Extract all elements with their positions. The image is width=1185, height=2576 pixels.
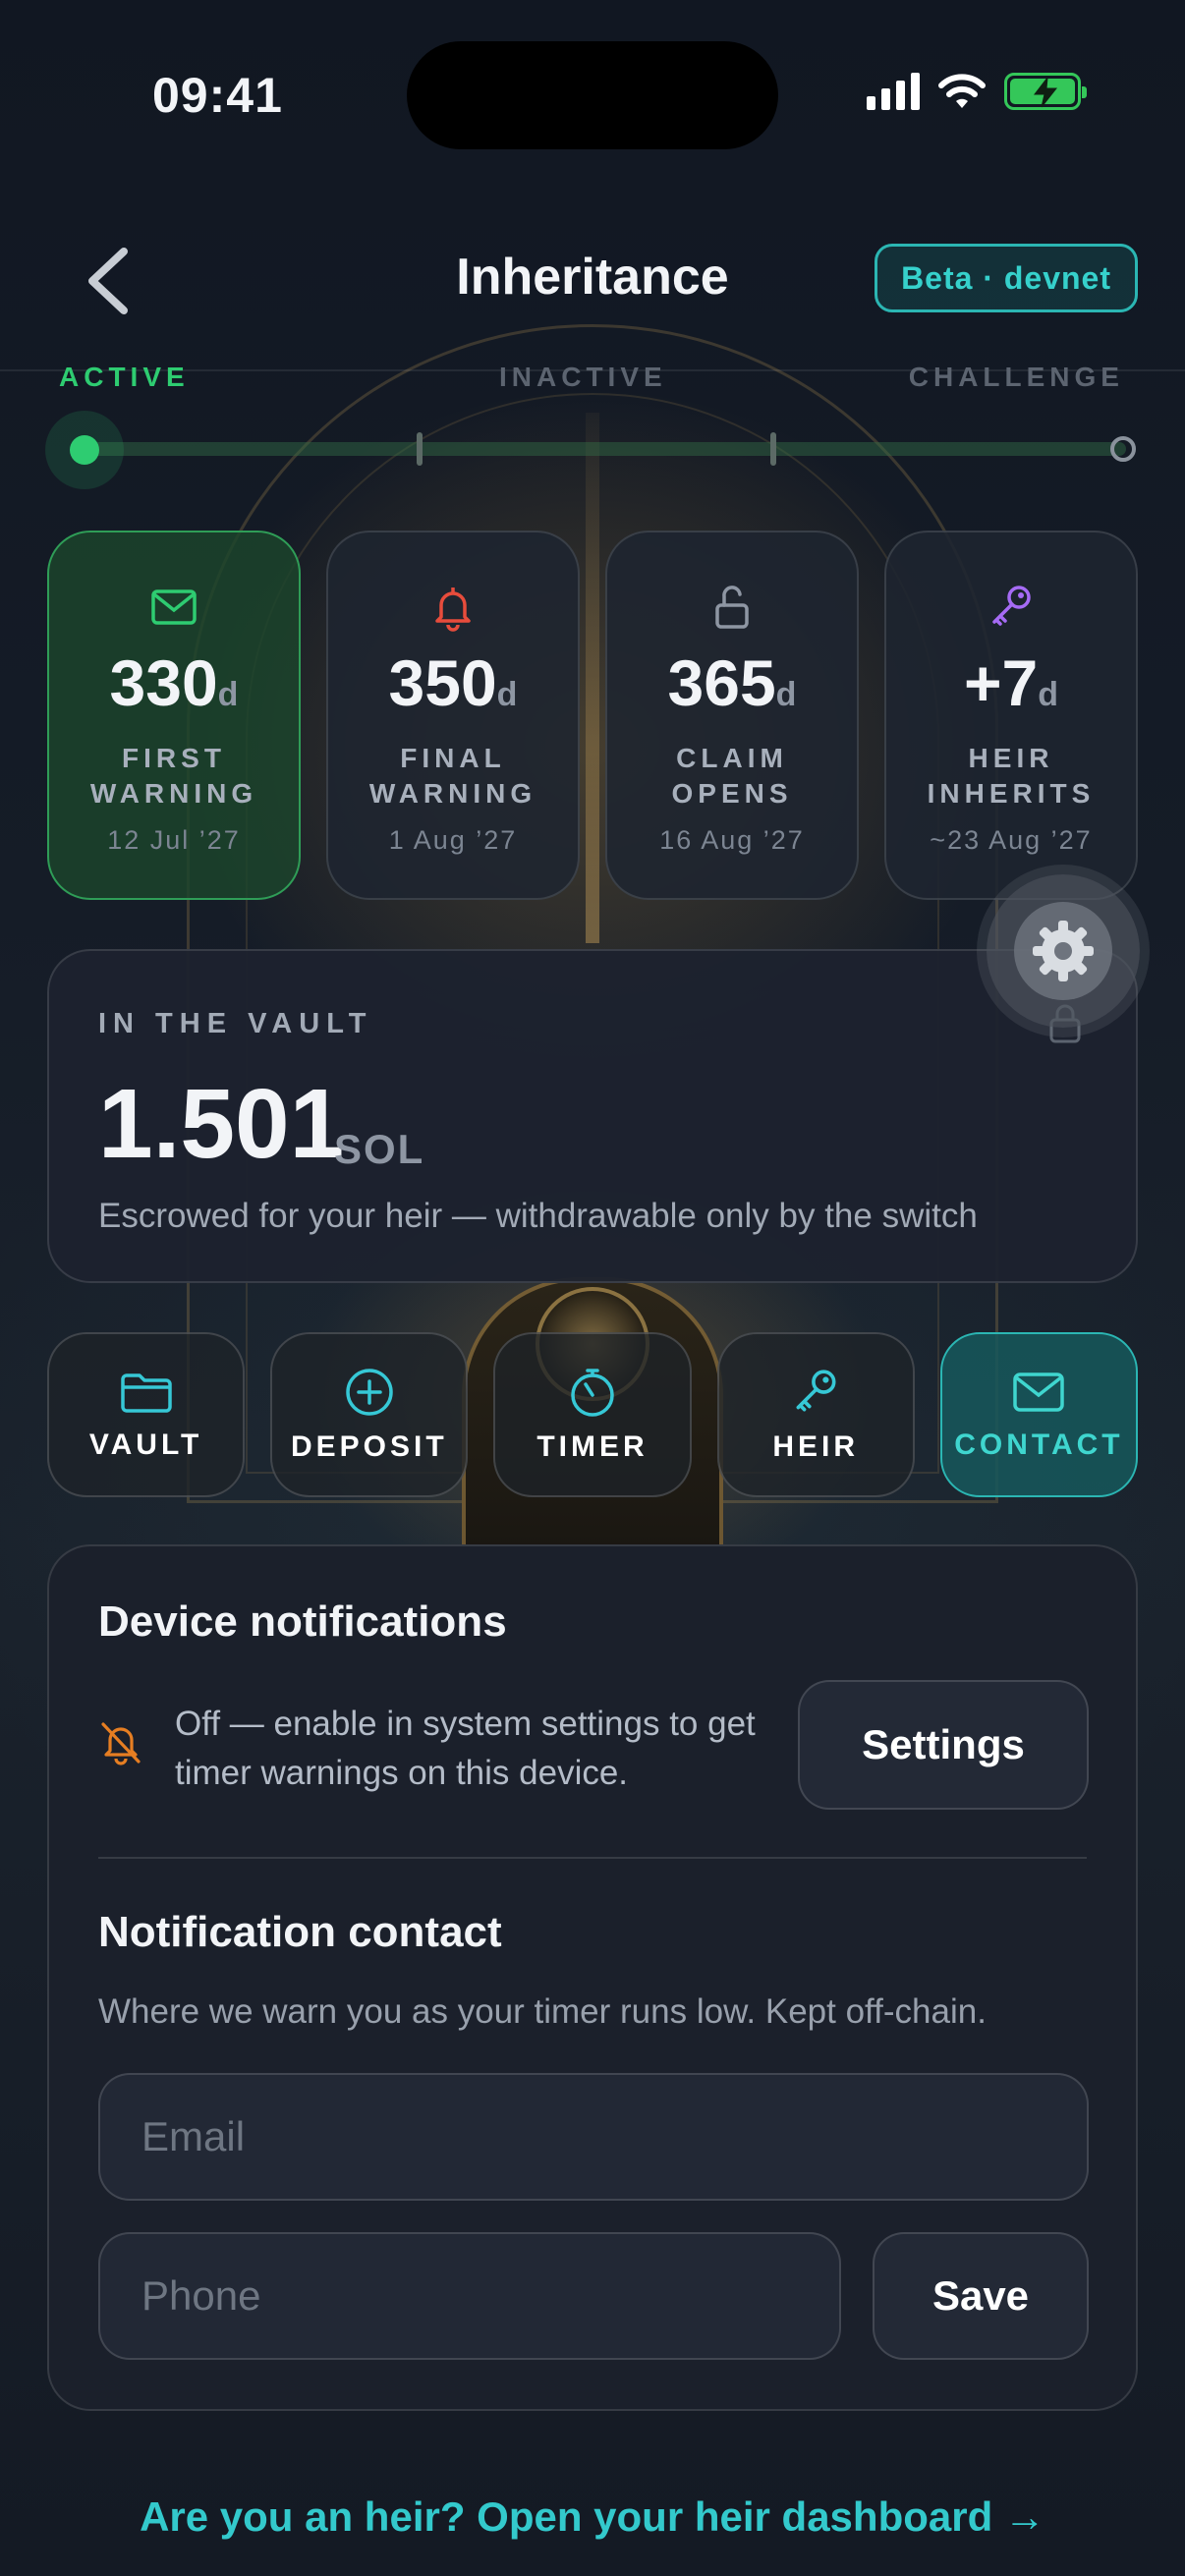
phase-label-active: ACTIVE — [59, 362, 190, 392]
wifi-icon — [938, 74, 986, 108]
status-time: 09:41 — [152, 68, 283, 123]
tab-vault[interactable]: VAULT — [47, 1332, 246, 1497]
notification-contact-title: Notification contact — [98, 1908, 502, 1956]
milestone-cards: 330d FIRST WARNING 12 Jul ’27 350d FINAL W… — [47, 531, 1138, 900]
milestone-date: 12 Jul ’27 — [107, 825, 241, 855]
milestone-date: ~23 Aug ’27 — [930, 825, 1093, 855]
milestone-claim-opens[interactable]: 365d CLAIM OPENS 16 Aug ’27 — [605, 531, 859, 900]
folder-icon — [120, 1373, 172, 1413]
tab-contact[interactable]: CONTACT — [939, 1332, 1139, 1497]
unlock-icon — [715, 586, 749, 629]
dynamic-island — [407, 41, 778, 149]
mail-icon — [151, 589, 197, 625]
milestone-date: 16 Aug ’27 — [659, 825, 805, 855]
milestone-first-warning[interactable]: 330d FIRST WARNING 12 Jul ’27 — [47, 531, 301, 900]
email-field[interactable]: Email — [98, 2073, 1089, 2201]
milestone-label: FIRST WARNING — [89, 743, 258, 809]
tab-heir[interactable]: HEIR — [716, 1332, 915, 1497]
vault-description: Escrowed for your heir — withdrawable on… — [98, 1197, 978, 1235]
action-tabs: VAULT DEPOSIT TIMER HEIR CONTACT — [47, 1332, 1139, 1497]
notification-contact-subtitle: Where we warn you as your timer runs low… — [98, 1992, 987, 2031]
status-bar: 09:41 — [0, 0, 1185, 187]
settings-fab[interactable] — [987, 874, 1140, 1028]
nav-header: Inheritance Beta · devnet — [0, 196, 1185, 371]
save-contact-button[interactable]: Save — [873, 2232, 1089, 2360]
mail-icon — [1013, 1372, 1065, 1412]
plus-circle-icon — [346, 1369, 393, 1416]
milestone-days: 350d — [388, 646, 518, 719]
divider — [98, 1857, 1087, 1859]
signal-icon — [867, 73, 920, 110]
milestone-days: 365d — [667, 646, 797, 719]
phase-label-challenge: CHALLENGE — [908, 362, 1124, 392]
device-notifications-status: Off — enable in system settings to get t… — [175, 1705, 756, 1792]
tab-label: CONTACT — [954, 1428, 1124, 1461]
open-settings-button[interactable]: Settings — [798, 1680, 1089, 1810]
notifications-panel: Device notifications Off — enable in sys… — [47, 1544, 1138, 2411]
milestone-label: FINAL WARNING — [368, 743, 537, 809]
phone-field[interactable]: Phone — [98, 2232, 841, 2360]
tab-timer[interactable]: TIMER — [493, 1332, 692, 1497]
milestone-days: 330d — [109, 646, 239, 719]
milestone-label: HEIR INHERITS — [927, 743, 1096, 809]
vault-label: IN THE VAULT — [98, 1008, 373, 1039]
timeline-track — [85, 442, 1126, 456]
milestone-days: +7d — [963, 646, 1059, 719]
tab-label: DEPOSIT — [290, 1430, 448, 1463]
device-notifications-title: Device notifications — [98, 1597, 507, 1646]
milestone-date: 1 Aug ’27 — [388, 825, 518, 855]
status-icons — [867, 73, 1087, 110]
vault-amount: 1.501 — [98, 1069, 345, 1179]
milestone-final-warning[interactable]: 350d FINAL WARNING 1 Aug ’27 — [326, 531, 580, 900]
vault-unit: SOL — [334, 1126, 425, 1172]
timer-icon — [571, 1369, 614, 1417]
timeline-tick — [417, 432, 423, 466]
tab-label: TIMER — [536, 1430, 649, 1463]
timeline-tick — [770, 432, 776, 466]
key-icon — [992, 586, 1031, 626]
bell-off-icon — [101, 1722, 141, 1765]
heir-dashboard-link[interactable]: Are you an heir? Open your heir dashboar… — [0, 2493, 1185, 2541]
vault-balance-card: IN THE VAULT 1.501 SOL Escrowed for your… — [47, 949, 1138, 1283]
milestone-label: CLAIM OPENS — [671, 743, 793, 809]
milestone-heir-inherits[interactable]: +7d HEIR INHERITS ~23 Aug ’27 — [884, 531, 1138, 900]
bell-icon — [435, 588, 471, 632]
tab-label: VAULT — [88, 1428, 203, 1461]
tab-deposit[interactable]: DEPOSIT — [270, 1332, 469, 1497]
gear-icon — [1033, 921, 1094, 981]
network-badge: Beta · devnet — [875, 244, 1138, 312]
key-icon — [796, 1370, 836, 1412]
battery-icon — [1004, 73, 1087, 110]
tab-label: HEIR — [772, 1430, 860, 1463]
phase-label-inactive: INACTIVE — [499, 362, 667, 392]
timeline-end-dot — [1110, 436, 1136, 462]
timeline-current-dot — [45, 411, 124, 489]
